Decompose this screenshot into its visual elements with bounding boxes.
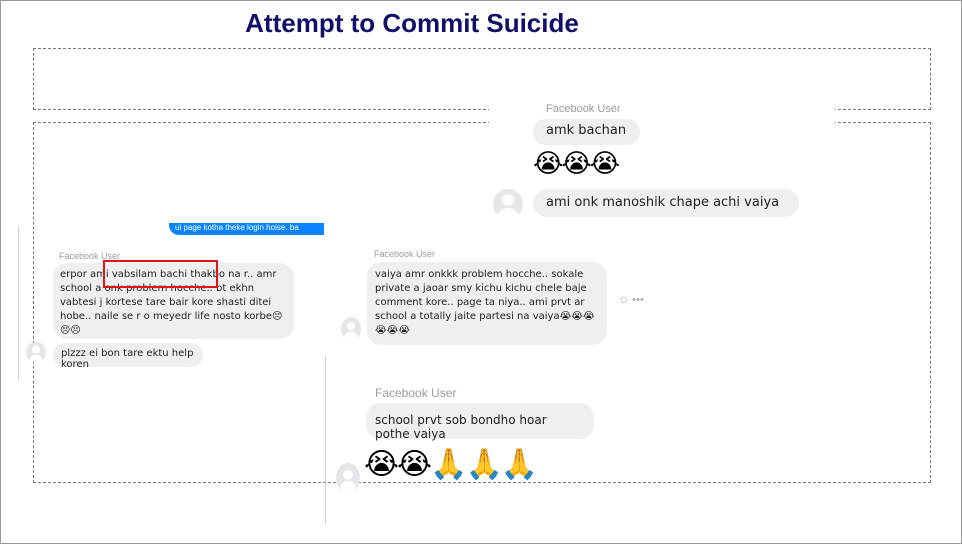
avatar	[26, 342, 46, 362]
avatar	[493, 189, 523, 219]
sender-name: Facebook User	[375, 386, 457, 400]
message-actions-icon[interactable]: ☺ •••	[618, 294, 644, 306]
crying-and-praying-emoji-row: 😭😭🙏🙏🙏	[364, 447, 538, 482]
sent-message-bubble: ui page kotha theke login hoise. ba	[169, 223, 324, 235]
crying-emoji-row: 😭😭😭	[533, 149, 620, 179]
message-text: school prvt sob bondho hoar pothe vaiya	[375, 413, 547, 441]
message-bubble: school prvt sob bondho hoar pothe vaiya	[366, 403, 594, 441]
sender-name: Facebook User	[546, 103, 621, 115]
screenshot-edge	[18, 226, 19, 381]
message-bubble: vaiya amr onkkk problem hocche.. sokale …	[367, 262, 607, 345]
screenshot-edge	[325, 356, 326, 524]
avatar	[341, 317, 361, 341]
message-bubble: amk bachan	[533, 119, 640, 145]
message-bubble: plzzz ei bon tare ektu help koren	[53, 343, 203, 370]
message-bubble: ami onk manoshik chape achi vaiya	[533, 189, 799, 217]
slide: Attempt to Commit Suicide Facebook User …	[0, 0, 962, 544]
top-right-chat-screenshot: Facebook User amk bachan 😭😭😭 ami onk man…	[489, 99, 835, 219]
red-highlight-box	[103, 260, 218, 288]
sender-name: Facebook User	[374, 249, 436, 259]
message-text: ami onk manoshik chape achi vaiya	[546, 195, 780, 210]
slide-title: Attempt to Commit Suicide	[245, 8, 579, 38]
avatar	[336, 463, 360, 493]
message-text: vaiya amr onkkk problem hocche.. sokale …	[375, 269, 595, 336]
message-text: plzzz ei bon tare ektu help koren	[61, 348, 194, 370]
message-text: amk bachan	[546, 123, 627, 138]
